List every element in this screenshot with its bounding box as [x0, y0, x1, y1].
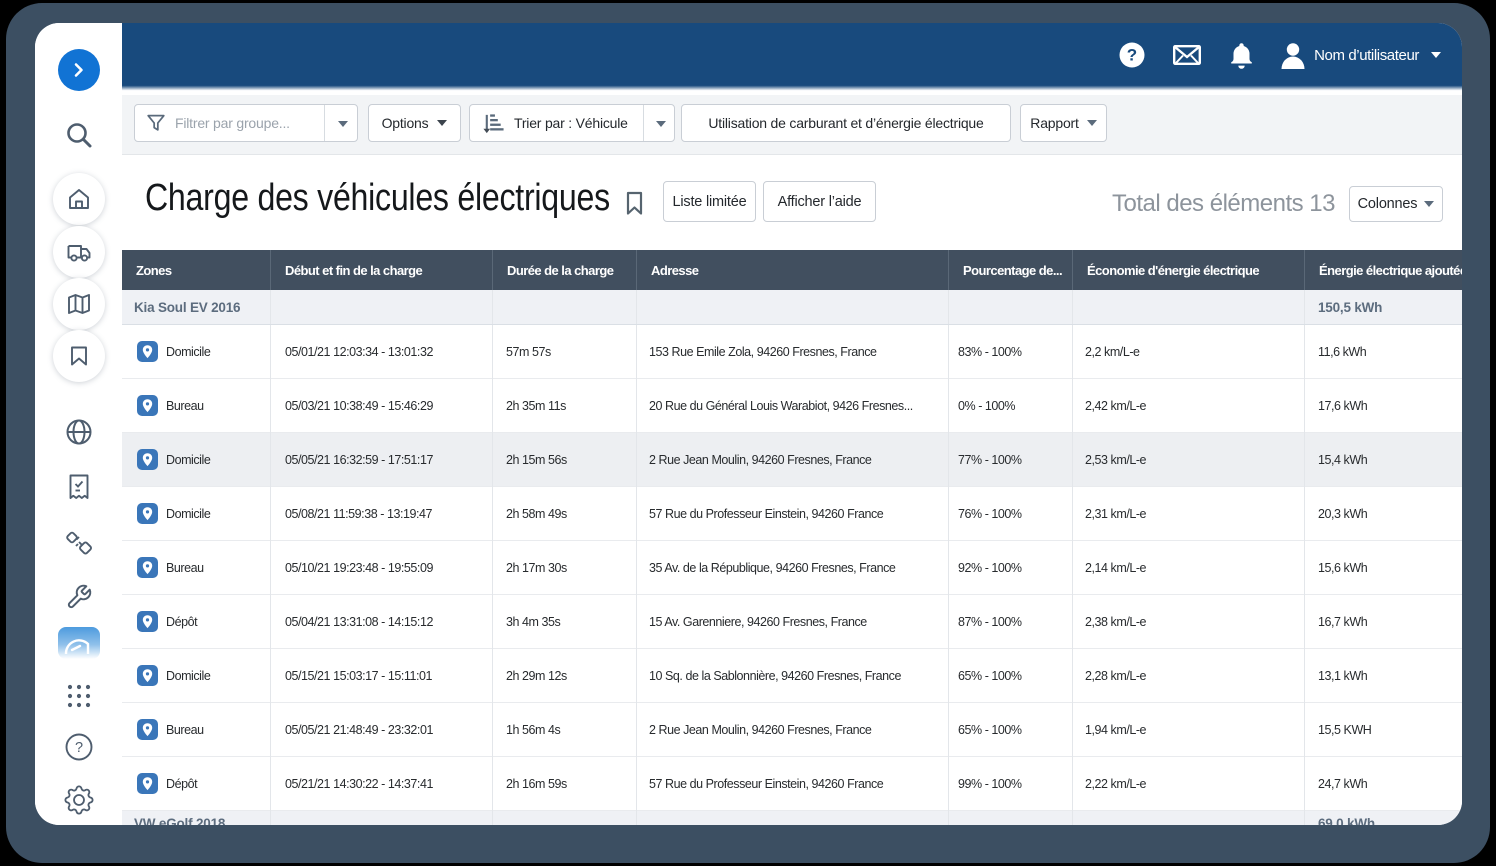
svg-text:?: ?	[1127, 46, 1137, 65]
svg-text:?: ?	[74, 740, 82, 756]
